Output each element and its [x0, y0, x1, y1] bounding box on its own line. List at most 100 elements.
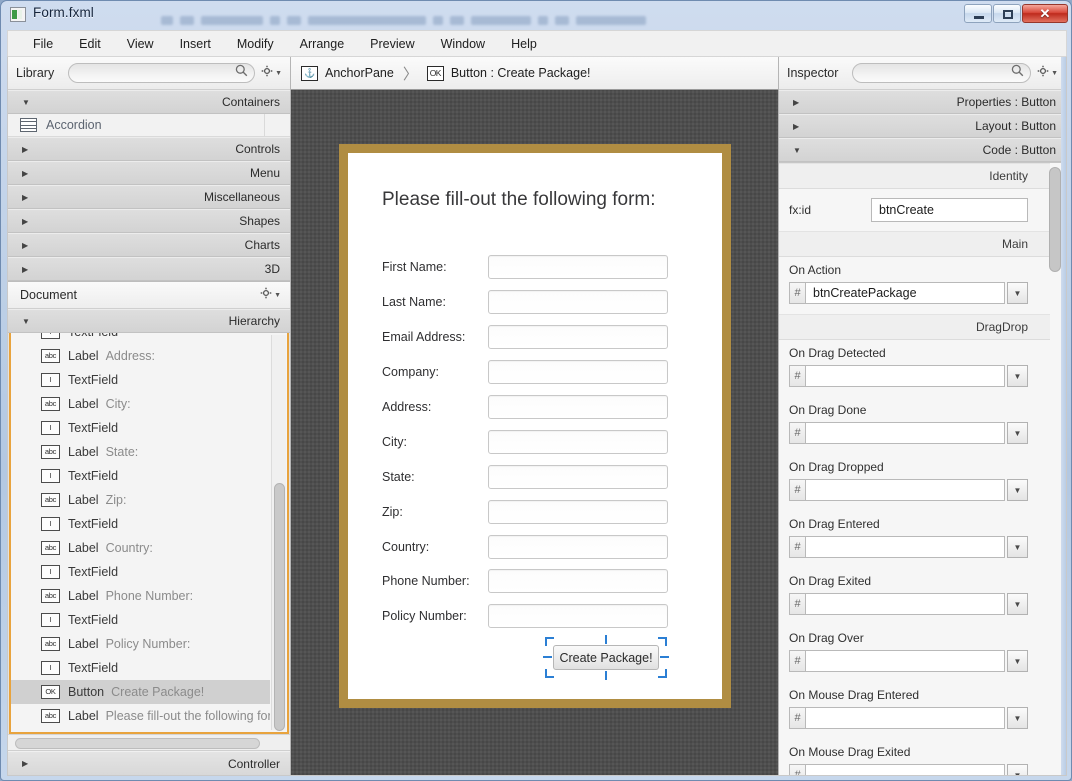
library-section-menu[interactable]: Menu	[8, 161, 290, 185]
on-drag-done-value[interactable]	[805, 422, 1005, 444]
breadcrumb-leaf[interactable]: Button : Create Package!	[451, 66, 591, 80]
tree-row[interactable]: abc Label State:	[11, 440, 270, 464]
tree-row[interactable]: I TextField	[11, 416, 270, 440]
chevron-down-icon[interactable]: ▼	[1007, 365, 1028, 387]
on-drag-detected-combo[interactable]: # ▼	[789, 365, 1028, 387]
scrollbar-thumb[interactable]	[1049, 167, 1061, 272]
inspector-section-code[interactable]: Code : Button	[779, 138, 1066, 162]
tree-row[interactable]: abc Label Address:	[11, 344, 270, 368]
on-mouse-drag-exited-combo[interactable]: # ▼	[789, 764, 1028, 775]
chevron-down-icon[interactable]: ▼	[1007, 593, 1028, 615]
fxid-input[interactable]: btnCreate	[871, 198, 1028, 222]
tree-row[interactable]: I TextField	[11, 560, 270, 584]
city-input[interactable]	[488, 430, 668, 454]
on-drag-entered-value[interactable]	[805, 536, 1005, 558]
tree-row[interactable]: abc Label City:	[11, 392, 270, 416]
menu-view[interactable]: View	[114, 32, 167, 56]
library-section-miscellaneous[interactable]: Miscellaneous	[8, 185, 290, 209]
library-section-shapes[interactable]: Shapes	[8, 209, 290, 233]
tree-row[interactable]: I TextField	[11, 464, 270, 488]
on-drag-exited-value[interactable]	[805, 593, 1005, 615]
design-canvas[interactable]: Please fill-out the following form: Firs…	[291, 90, 778, 775]
resize-handle-top-right[interactable]	[658, 637, 667, 646]
last-name-input[interactable]	[488, 290, 668, 314]
library-section-controls[interactable]: Controls	[8, 137, 290, 161]
document-section-controller[interactable]: Controller	[8, 751, 290, 775]
scrollbar-thumb[interactable]	[274, 483, 285, 731]
breadcrumb-root[interactable]: AnchorPane	[325, 66, 394, 80]
hierarchy-horizontal-scrollbar[interactable]	[8, 734, 290, 751]
state-input[interactable]	[488, 465, 668, 489]
on-drag-over-value[interactable]	[805, 650, 1005, 672]
on-drag-exited-combo[interactable]: # ▼	[789, 593, 1028, 615]
library-section-charts[interactable]: Charts	[8, 233, 290, 257]
policy-number-input[interactable]	[488, 604, 668, 628]
chevron-down-icon[interactable]: ▼	[1007, 764, 1028, 775]
company-input[interactable]	[488, 360, 668, 384]
tree-row-selected[interactable]: OK Button Create Package!	[11, 680, 270, 704]
on-mouse-drag-exited-value[interactable]	[805, 764, 1005, 775]
document-section-hierarchy[interactable]: Hierarchy	[8, 309, 290, 333]
menu-edit[interactable]: Edit	[66, 32, 114, 56]
menu-modify[interactable]: Modify	[224, 32, 287, 56]
inspector-section-layout[interactable]: Layout : Button	[779, 114, 1066, 138]
chevron-down-icon[interactable]: ▼	[1007, 536, 1028, 558]
tree-row[interactable]: abc Label Please fill-out the following …	[11, 704, 270, 728]
chevron-down-icon[interactable]: ▼	[1007, 282, 1028, 304]
zip-input[interactable]	[488, 500, 668, 524]
scrollbar-thumb[interactable]	[15, 738, 260, 749]
inspector-section-properties[interactable]: Properties : Button	[779, 90, 1066, 114]
on-drag-entered-combo[interactable]: # ▼	[789, 536, 1028, 558]
tree-row[interactable]: abc Label Phone Number:	[11, 584, 270, 608]
on-drag-detected-value[interactable]	[805, 365, 1005, 387]
menu-help[interactable]: Help	[498, 32, 550, 56]
chevron-down-icon[interactable]: ▼	[1007, 650, 1028, 672]
tree-row[interactable]: abc Label Country:	[11, 536, 270, 560]
resize-handle-bottom-center[interactable]	[605, 671, 607, 680]
chevron-down-icon[interactable]: ▼	[1007, 707, 1028, 729]
chevron-down-icon[interactable]: ▼	[1007, 422, 1028, 444]
resize-handle-middle-left[interactable]	[543, 656, 552, 658]
library-search-input[interactable]	[68, 63, 256, 83]
on-action-value[interactable]: btnCreatePackage	[805, 282, 1005, 304]
on-mouse-drag-entered-combo[interactable]: # ▼	[789, 707, 1028, 729]
library-section-3d[interactable]: 3D	[8, 257, 290, 281]
email-address-input[interactable]	[488, 325, 668, 349]
library-gear-menu[interactable]: ▼	[261, 64, 282, 82]
on-drag-dropped-value[interactable]	[805, 479, 1005, 501]
tree-row[interactable]: I TextField	[11, 608, 270, 632]
resize-handle-bottom-right[interactable]	[658, 669, 667, 678]
close-button[interactable]: ✕	[1022, 4, 1068, 23]
inspector-vertical-scrollbar[interactable]	[1048, 167, 1062, 771]
menu-preview[interactable]: Preview	[357, 32, 427, 56]
library-section-containers[interactable]: Containers	[8, 90, 290, 114]
on-drag-over-combo[interactable]: # ▼	[789, 650, 1028, 672]
resize-handle-bottom-left[interactable]	[545, 669, 554, 678]
library-item-accordion[interactable]: Accordion	[8, 114, 290, 137]
inspector-gear-menu[interactable]: ▼	[1037, 64, 1058, 82]
first-name-input[interactable]	[488, 255, 668, 279]
on-drag-done-combo[interactable]: # ▼	[789, 422, 1028, 444]
phone-number-input[interactable]	[488, 569, 668, 593]
country-input[interactable]	[488, 535, 668, 559]
tree-row[interactable]: abc Label Policy Number:	[11, 632, 270, 656]
on-mouse-drag-entered-value[interactable]	[805, 707, 1005, 729]
maximize-button[interactable]	[993, 4, 1021, 23]
minimize-button[interactable]	[964, 4, 992, 23]
tree-row[interactable]: I TextField	[11, 512, 270, 536]
tree-row[interactable]: abc Label Zip:	[11, 488, 270, 512]
address-input[interactable]	[488, 395, 668, 419]
tree-row[interactable]: I TextField	[11, 333, 270, 344]
hierarchy-vertical-scrollbar[interactable]	[271, 335, 286, 731]
on-action-combo[interactable]: # btnCreatePackage ▼	[789, 282, 1028, 304]
resize-handle-top-left[interactable]	[545, 637, 554, 646]
menu-window[interactable]: Window	[428, 32, 498, 56]
create-package-button[interactable]: Create Package!	[553, 645, 659, 670]
menu-arrange[interactable]: Arrange	[287, 32, 357, 56]
resize-handle-middle-right[interactable]	[660, 656, 669, 658]
tree-row[interactable]: I TextField	[11, 656, 270, 680]
document-gear-menu[interactable]: ▼	[260, 286, 281, 304]
inspector-search-input[interactable]	[852, 63, 1032, 83]
resize-handle-top-center[interactable]	[605, 635, 607, 644]
menu-file[interactable]: File	[20, 32, 66, 56]
